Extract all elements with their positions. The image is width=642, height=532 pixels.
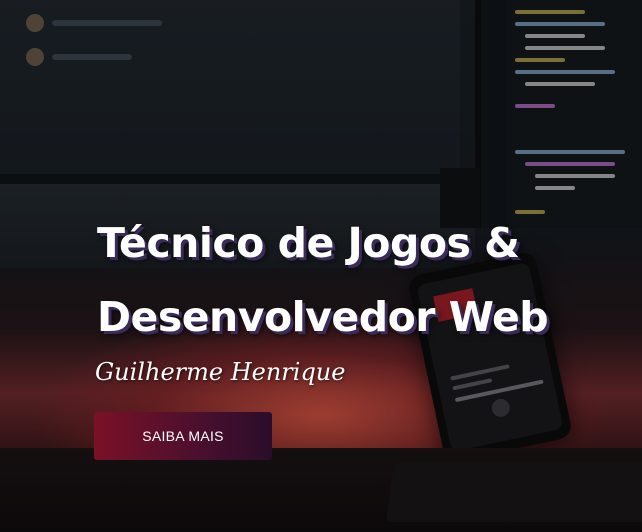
saiba-mais-button[interactable]: SAIBA MAIS — [94, 412, 272, 460]
hero-title: Técnico de Jogos & Desenvolvedor Web — [97, 206, 637, 354]
hero-subtitle: Guilherme Henrique — [95, 358, 346, 386]
hero-title-line-1: Técnico de Jogos & — [97, 219, 520, 267]
hero-title-line-2: Desenvolvedor Web — [97, 293, 549, 341]
